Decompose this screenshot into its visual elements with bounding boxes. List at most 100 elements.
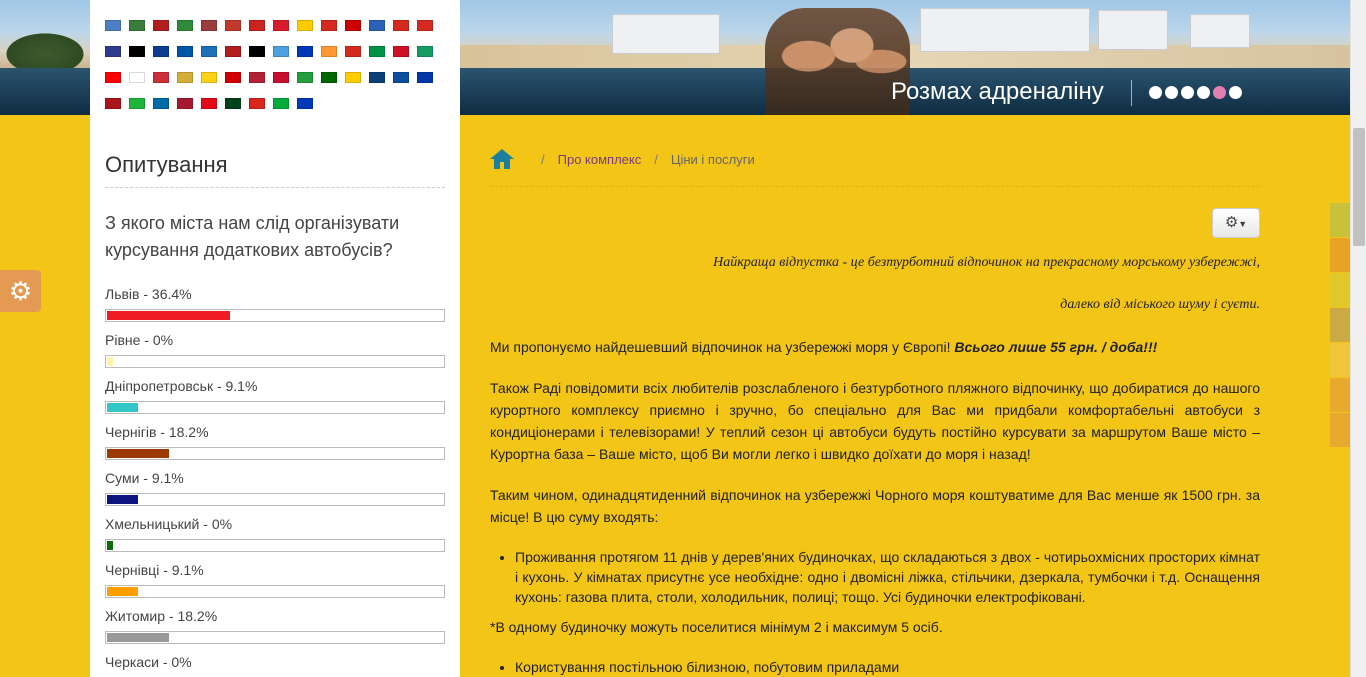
poll-result-bar (105, 401, 445, 414)
page-scrollbar[interactable] (1350, 0, 1366, 677)
language-flag[interactable] (369, 46, 385, 57)
language-flag[interactable] (249, 46, 265, 57)
language-flag[interactable] (105, 98, 121, 109)
language-flag[interactable] (177, 72, 193, 83)
language-flag[interactable] (297, 98, 313, 109)
poll-option: Рівне - 0% (105, 332, 445, 368)
language-flag[interactable] (129, 98, 145, 109)
gear-icon: ⚙ (1224, 214, 1239, 231)
language-flag[interactable] (201, 46, 217, 57)
language-flag[interactable] (297, 46, 313, 57)
language-flag[interactable] (273, 98, 289, 109)
language-flag[interactable] (321, 46, 337, 57)
language-flag[interactable] (369, 20, 385, 31)
slide-dot[interactable] (1197, 86, 1210, 99)
language-flag[interactable] (393, 46, 409, 57)
language-flag[interactable] (273, 20, 289, 31)
color-swatch[interactable] (1330, 308, 1350, 342)
language-flag[interactable] (273, 72, 289, 83)
color-swatch[interactable] (1330, 413, 1350, 447)
scrollbar-thumb[interactable] (1353, 128, 1365, 246)
poll-result-fill (107, 495, 138, 504)
language-flag[interactable] (369, 72, 385, 83)
language-flag[interactable] (129, 46, 145, 57)
language-flag[interactable] (321, 20, 337, 31)
language-flag[interactable] (249, 20, 265, 31)
language-flag[interactable] (393, 72, 409, 83)
included-services-list: Проживання протягом 11 днів у дерев'яних… (515, 547, 1260, 607)
slide-dot[interactable] (1149, 86, 1162, 99)
breadcrumb: / Про комплекс / Ціни і послуги (490, 147, 755, 171)
poll-result-bar (105, 309, 445, 322)
color-swatch[interactable] (1330, 238, 1350, 272)
language-flag[interactable] (105, 72, 121, 83)
poll-option: Житомир - 18.2% (105, 608, 445, 644)
color-swatch[interactable] (1330, 378, 1350, 412)
paragraph-text: Ми пропонуємо найдешевший відпочинок на … (490, 339, 955, 355)
color-swatch[interactable] (1330, 203, 1350, 237)
language-flag[interactable] (177, 20, 193, 31)
breadcrumb-link-about[interactable]: Про комплекс (558, 152, 642, 167)
language-flag[interactable] (393, 20, 409, 31)
language-flag[interactable] (345, 46, 361, 57)
language-flag[interactable] (417, 46, 433, 57)
color-swatch[interactable] (1330, 343, 1350, 377)
poll-title: Опитування (105, 152, 228, 177)
poll-result-bar (105, 539, 445, 552)
language-flag[interactable] (225, 20, 241, 31)
poll-result-bar (105, 585, 445, 598)
breadcrumb-current: Ціни і послуги (670, 151, 755, 167)
language-flag[interactable] (249, 72, 265, 83)
poll-option-label: Чернівці - 9.1% (105, 562, 204, 578)
poll-option-label: Хмельницький - 0% (105, 516, 233, 532)
slide-dot[interactable] (1213, 86, 1226, 99)
language-flag[interactable] (105, 20, 121, 31)
language-flag[interactable] (153, 46, 169, 57)
language-flag[interactable] (201, 98, 217, 109)
language-flag[interactable] (345, 72, 361, 83)
poll-result-bar (105, 447, 445, 460)
poll-option: Львів - 36.4% (105, 286, 445, 322)
language-flag[interactable] (321, 72, 337, 83)
slide-dot[interactable] (1181, 86, 1194, 99)
language-flag[interactable] (153, 98, 169, 109)
language-flag[interactable] (129, 20, 145, 31)
slide-dot[interactable] (1165, 86, 1178, 99)
poll-result-bar (105, 355, 445, 368)
slide-dot[interactable] (1229, 86, 1242, 99)
poll-result-fill (107, 633, 169, 642)
language-flag[interactable] (225, 46, 241, 57)
language-flag[interactable] (153, 20, 169, 31)
language-flag[interactable] (105, 46, 121, 57)
language-flag[interactable] (225, 72, 241, 83)
article-tools-button[interactable]: ⚙▼ (1212, 208, 1260, 238)
poll-option-label: Суми - 9.1% (105, 470, 184, 486)
poll-option: Чернівці - 9.1% (105, 562, 445, 598)
included-services-list: Користування постільною білизною, побуто… (515, 657, 1260, 677)
language-flag[interactable] (225, 98, 241, 109)
language-flag[interactable] (297, 20, 313, 31)
gear-icon: ⚙ (8, 276, 33, 306)
language-flag[interactable] (177, 98, 193, 109)
slide-caption: Розмах адреналіну (891, 78, 1104, 105)
language-flag[interactable] (177, 46, 193, 57)
language-flag[interactable] (417, 20, 433, 31)
language-flags (105, 20, 445, 114)
language-flag[interactable] (201, 20, 217, 31)
language-flag[interactable] (129, 72, 145, 83)
settings-toggle-button[interactable]: ⚙ (0, 270, 41, 312)
article-body: Найкраща відпустка - це безтурботний від… (490, 252, 1260, 677)
banner-building (920, 8, 1090, 52)
caret-down-icon: ▼ (1238, 219, 1248, 229)
language-flag[interactable] (273, 46, 289, 57)
language-flag[interactable] (417, 72, 433, 83)
home-icon[interactable] (490, 149, 514, 169)
language-flag[interactable] (153, 72, 169, 83)
breadcrumb-separator: / (541, 151, 545, 167)
color-swatch[interactable] (1330, 273, 1350, 307)
language-flag[interactable] (201, 72, 217, 83)
language-flag[interactable] (249, 98, 265, 109)
language-flag[interactable] (297, 72, 313, 83)
language-flag[interactable] (345, 20, 361, 31)
article-paragraph: Таким чином, одинадцятиденний відпочинок… (490, 487, 1260, 525)
